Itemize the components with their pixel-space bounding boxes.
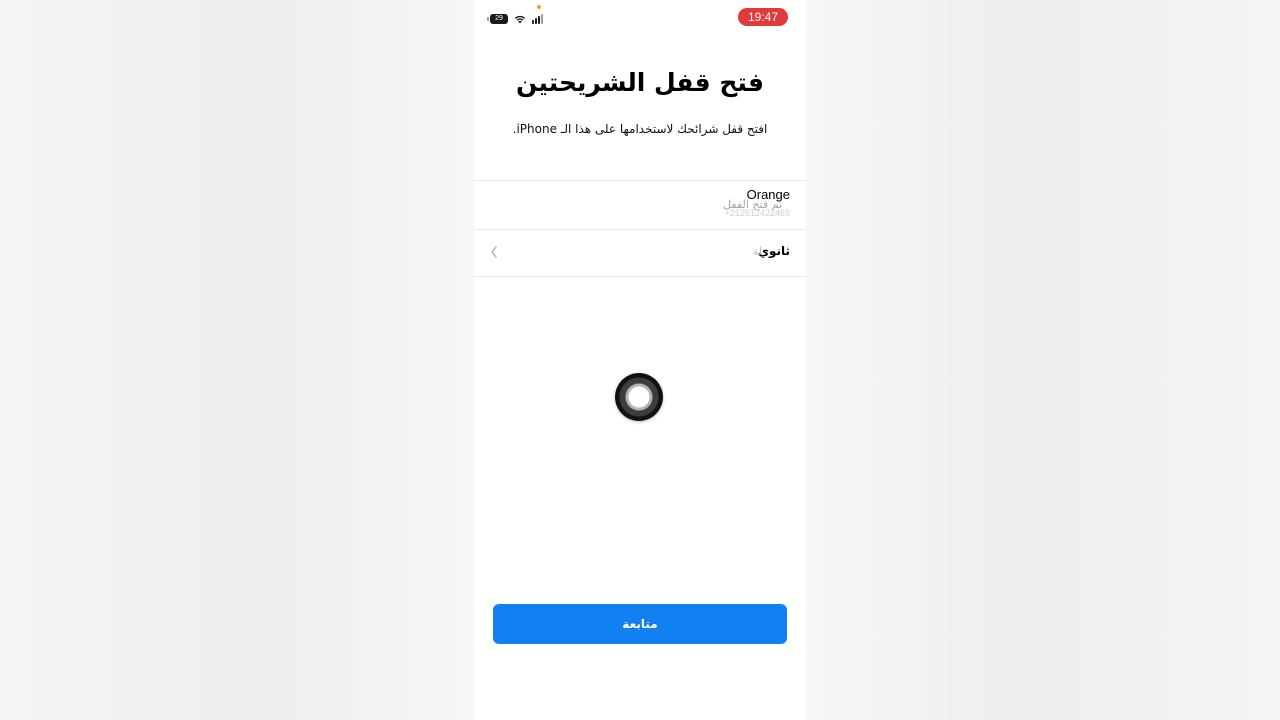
page-title: فتح قفل الشريحتين	[516, 68, 764, 97]
privacy-indicator-dot	[537, 5, 541, 9]
status-bar: 29 19:47	[474, 0, 806, 36]
sim-phone-number: +212612422469	[724, 208, 790, 218]
status-time: 19:47	[738, 8, 788, 26]
page-subtitle: افتح قفل شرائحك لاستخدامها على هذا الـ i…	[512, 122, 768, 136]
background-left	[0, 0, 474, 720]
loading-spinner	[615, 373, 663, 421]
phone-screen: 29 19:47 فتح قفل الشريحتين افتح قفل شرائ…	[474, 0, 806, 720]
secondary-sim-label: ثانوي	[757, 244, 790, 258]
sim-row-primary[interactable]: Orange تم فتح القفل +212612422469	[474, 181, 806, 229]
sim-row-secondary[interactable]: ثانوي لة	[474, 230, 806, 276]
battery-icon: 29	[487, 14, 508, 24]
divider	[474, 276, 806, 277]
battery-level: 29	[495, 15, 503, 22]
cellular-signal-icon	[532, 14, 543, 24]
wifi-icon	[514, 15, 526, 24]
continue-button[interactable]: متابعة	[493, 604, 787, 644]
background-right	[806, 0, 1280, 720]
secondary-sim-ghost-text: لة	[752, 245, 762, 258]
status-icons: 29	[487, 12, 543, 26]
chevron-left-icon	[491, 246, 497, 258]
